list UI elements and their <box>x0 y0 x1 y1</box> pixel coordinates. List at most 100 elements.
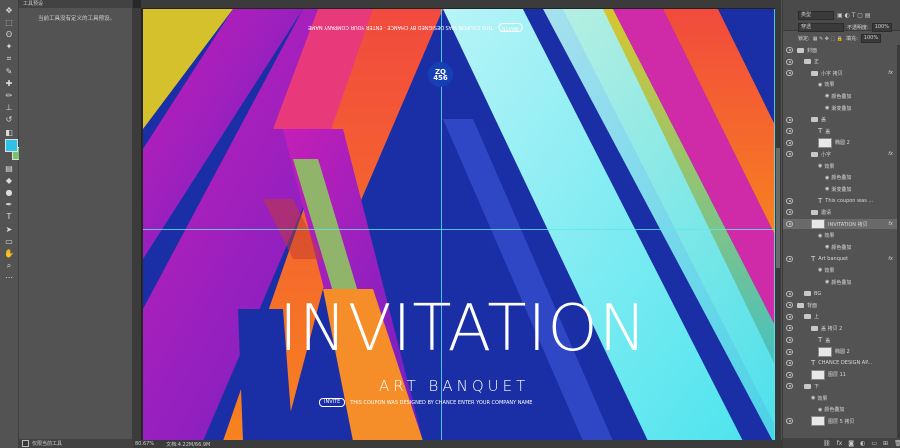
more-icon[interactable]: ⋯ <box>2 272 16 284</box>
effect-eye-icon[interactable]: ◉ <box>818 407 822 413</box>
layer-row[interactable]: ◉ 效果 <box>783 231 900 241</box>
layer-row[interactable]: ◉ 效果 <box>783 393 900 403</box>
blend-mode-select[interactable]: 穿透 <box>798 23 844 32</box>
magic-wand-icon[interactable]: ✦ <box>2 41 16 53</box>
visibility-eye-icon[interactable] <box>786 139 793 146</box>
visibility-eye-icon[interactable] <box>786 255 793 262</box>
layer-row[interactable]: ◉ 渐变叠加 <box>783 184 900 194</box>
effect-eye-icon[interactable]: ◉ <box>825 175 829 181</box>
layer-row[interactable]: 小字 fx <box>783 149 900 159</box>
new-layer-icon[interactable]: ⊞ <box>883 440 888 447</box>
visibility-eye-icon[interactable] <box>786 302 793 309</box>
clone-stamp-icon[interactable]: ⊥ <box>2 102 16 114</box>
layer-row[interactable]: T Art banquet fx <box>783 254 900 264</box>
history-brush-icon[interactable]: ↺ <box>2 114 16 126</box>
visibility-eye-icon[interactable] <box>786 418 793 425</box>
move-icon[interactable]: ✥ <box>2 4 16 16</box>
opacity-input[interactable]: 100% <box>871 23 892 32</box>
fx-badge-icon[interactable]: fx <box>888 151 893 157</box>
visibility-eye-icon[interactable] <box>786 197 793 204</box>
visibility-eye-icon[interactable] <box>786 360 793 367</box>
dodge-icon[interactable]: ● <box>2 186 16 198</box>
healing-brush-icon[interactable]: ✚ <box>2 77 16 89</box>
guide-horizontal[interactable] <box>143 229 777 230</box>
layer-row[interactable]: 小字 拷贝 fx <box>783 68 900 78</box>
layer-row[interactable]: 正 <box>783 57 900 67</box>
lock-icons[interactable]: ▦ ✎ ✥ ⬚ 🔒 <box>813 36 843 42</box>
layer-row[interactable]: T This coupon was ... <box>783 196 900 206</box>
canvas-vertical-scrollbar[interactable] <box>775 8 781 440</box>
layer-row[interactable]: 盖 <box>783 115 900 125</box>
visibility-eye-icon[interactable] <box>786 221 793 227</box>
layer-row[interactable]: T盖 <box>783 335 900 345</box>
effect-eye-icon[interactable]: ◉ <box>818 82 822 88</box>
brush-icon[interactable]: ✏ <box>2 89 16 101</box>
visibility-eye-icon[interactable] <box>786 325 793 332</box>
layer-row[interactable]: INVITATION 拷贝 fx <box>783 219 900 229</box>
layer-row[interactable]: ◉ 颜色叠加 <box>783 277 900 287</box>
layer-row[interactable]: 椭圆 2 <box>783 137 900 148</box>
crop-icon[interactable]: ⌗ <box>2 53 16 65</box>
vertical-ruler[interactable] <box>133 8 142 448</box>
visibility-eye-icon[interactable] <box>786 58 793 65</box>
gradient-icon[interactable]: ▤ <box>2 162 16 174</box>
layer-row[interactable]: 图层 11 <box>783 369 900 380</box>
type-icon[interactable]: T <box>2 211 16 223</box>
layer-row[interactable]: 椭圆 2 <box>783 346 900 357</box>
layer-row[interactable]: 图层 5 拷贝 <box>783 416 900 427</box>
layer-row[interactable]: ◉ 效果 <box>783 161 900 171</box>
shape-icon[interactable]: ▭ <box>2 235 16 247</box>
eyedropper-icon[interactable]: ✎ <box>2 65 16 77</box>
visibility-eye-icon[interactable] <box>786 70 793 77</box>
layer-row[interactable]: ◉ 颜色叠加 <box>783 91 900 101</box>
visibility-eye-icon[interactable] <box>786 371 793 378</box>
effect-eye-icon[interactable]: ◉ <box>818 163 822 169</box>
layer-row[interactable]: 邀请 <box>783 207 900 217</box>
lasso-icon[interactable]: ʘ <box>2 28 16 40</box>
delete-layer-icon[interactable]: 🗑 <box>894 440 900 447</box>
adjustment-icon[interactable]: ◐ <box>860 440 865 447</box>
effect-eye-icon[interactable]: ◉ <box>825 186 829 192</box>
visibility-eye-icon[interactable] <box>786 209 793 216</box>
document-size[interactable]: 文档:4.22M/66.9M <box>166 441 210 448</box>
fx-badge-icon[interactable]: fx <box>888 70 893 76</box>
marquee-icon[interactable]: ⬚ <box>2 16 16 28</box>
pen-icon[interactable]: ✒ <box>2 199 16 211</box>
layer-row[interactable]: 背面 <box>783 300 900 310</box>
layer-row[interactable]: T CHANCE DESIGN AP... <box>783 358 900 368</box>
layer-row[interactable]: 封面 <box>783 45 900 55</box>
add-mask-icon[interactable]: ◙ <box>848 440 854 447</box>
horizontal-ruler[interactable] <box>141 0 781 9</box>
layer-row[interactable]: ◉ 效果 <box>783 265 900 275</box>
zoom-icon[interactable]: ⌕ <box>2 260 16 272</box>
blur-icon[interactable]: ◆ <box>2 174 16 186</box>
link-layers-icon[interactable]: ⛓ <box>823 440 831 447</box>
effect-eye-icon[interactable]: ◉ <box>811 395 815 401</box>
layer-row[interactable]: 下 <box>783 381 900 391</box>
effect-eye-icon[interactable]: ◉ <box>825 244 829 250</box>
visibility-eye-icon[interactable] <box>786 348 793 355</box>
scrollbar-thumb[interactable] <box>776 148 780 268</box>
visibility-eye-icon[interactable] <box>786 337 793 343</box>
effect-eye-icon[interactable]: ◉ <box>825 93 829 99</box>
visibility-eye-icon[interactable] <box>786 313 793 320</box>
tool-presets-tab[interactable]: 工具预设 <box>19 0 132 8</box>
fx-badge-icon[interactable]: fx <box>888 256 893 262</box>
effect-eye-icon[interactable]: ◉ <box>825 279 829 285</box>
layer-row[interactable]: ◉ 效果 <box>783 80 900 90</box>
fill-input[interactable]: 100% <box>860 34 882 43</box>
current-tool-only-checkbox[interactable] <box>22 440 29 447</box>
visibility-eye-icon[interactable] <box>786 116 793 123</box>
eraser-icon[interactable]: ◧ <box>2 126 16 138</box>
layer-row[interactable]: ◉ 颜色叠加 <box>783 242 900 252</box>
effect-eye-icon[interactable]: ◉ <box>818 267 822 273</box>
visibility-eye-icon[interactable] <box>786 383 793 390</box>
layer-row[interactable]: ◉ 颜色叠加 <box>783 173 900 183</box>
fx-badge-icon[interactable]: fx <box>888 221 893 227</box>
layer-row[interactable]: ◉ 颜色叠加 <box>783 405 900 415</box>
layer-row[interactable]: T盖 <box>783 126 900 136</box>
new-group-icon[interactable]: ▭ <box>871 440 877 447</box>
zoom-level[interactable]: 80.67% <box>135 441 154 447</box>
artwork-canvas[interactable]: INVITE THIS COUPON WAS DESIGNED BY CHANC… <box>143 9 777 441</box>
layer-row[interactable]: ◉ 渐变叠加 <box>783 103 900 113</box>
